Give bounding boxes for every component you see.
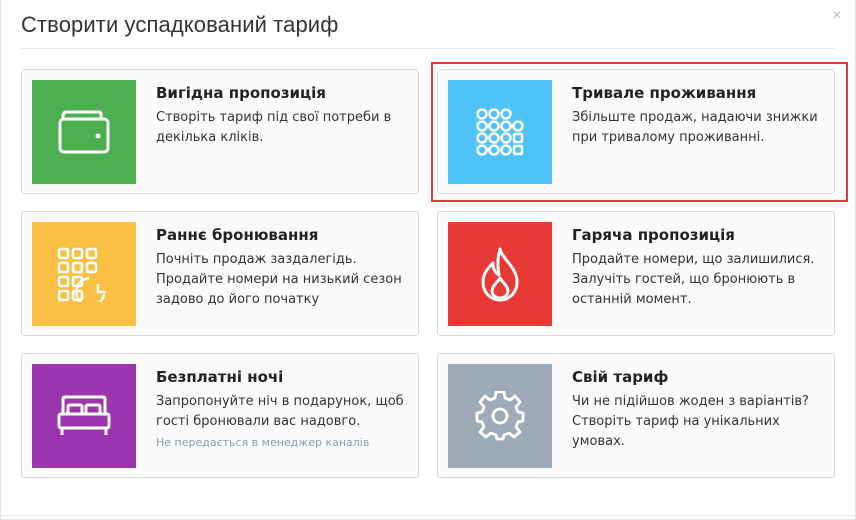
card-description: Збільште продаж, надаючи знижки при трив… <box>572 110 818 145</box>
calendar-clock-icon <box>57 247 106 302</box>
flame-icon <box>481 247 519 302</box>
card-title: Безплатні ночі <box>156 368 284 386</box>
card-custom-tariff[interactable]: Свій тариф Чи не підійшов жоден з варіан… <box>437 353 835 478</box>
card-icon-box <box>32 222 136 326</box>
card-good-offer[interactable]: Вигідна пропозиція Створіть тариф під св… <box>21 69 419 194</box>
card-description: Продайте номери, що залишилися. Залучіть… <box>572 252 815 307</box>
card-description: Почніть продаж заздалегідь. Продайте ном… <box>156 252 402 307</box>
close-icon[interactable]: × <box>829 8 845 24</box>
calendar-dots-icon <box>476 108 524 156</box>
modal-title: Створити успадкований тариф <box>21 12 339 37</box>
card-icon-box <box>448 222 552 326</box>
card-title: Гаряча пропозиція <box>572 226 735 244</box>
gear-icon <box>475 391 525 441</box>
card-icon-box <box>448 364 552 468</box>
card-icon-box <box>32 364 136 468</box>
card-long-stay[interactable]: Тривале проживання Збільште продаж, нада… <box>437 69 835 194</box>
create-tariff-modal: Створити успадкований тариф × Вигідна пр… <box>0 0 856 520</box>
card-note: Не передається в менеджер каналів <box>156 436 370 449</box>
bed-icon <box>57 395 111 435</box>
card-early-booking[interactable]: Раннє бронювання Почніть продаж заздалег… <box>21 211 419 336</box>
card-title: Тривале проживання <box>572 84 757 102</box>
card-description: Створіть тариф під свої потреби в декіль… <box>156 110 392 145</box>
card-description: Запропонуйте ніч в подарунок, щоб гості … <box>156 394 404 429</box>
card-title: Свій тариф <box>572 368 669 386</box>
bottom-divider <box>1 515 855 516</box>
card-title: Раннє бронювання <box>156 226 319 244</box>
card-title: Вигідна пропозиція <box>156 84 326 102</box>
card-description: Чи не підійшов жоден з варіантів? Створі… <box>572 394 809 449</box>
wallet-icon <box>58 110 110 154</box>
card-free-nights[interactable]: Безплатні ночі Запропонуйте ніч в подару… <box>21 353 419 478</box>
card-hot-offer[interactable]: Гаряча пропозиція Продайте номери, що за… <box>437 211 835 336</box>
title-divider <box>21 48 835 49</box>
card-icon-box <box>448 80 552 184</box>
card-icon-box <box>32 80 136 184</box>
